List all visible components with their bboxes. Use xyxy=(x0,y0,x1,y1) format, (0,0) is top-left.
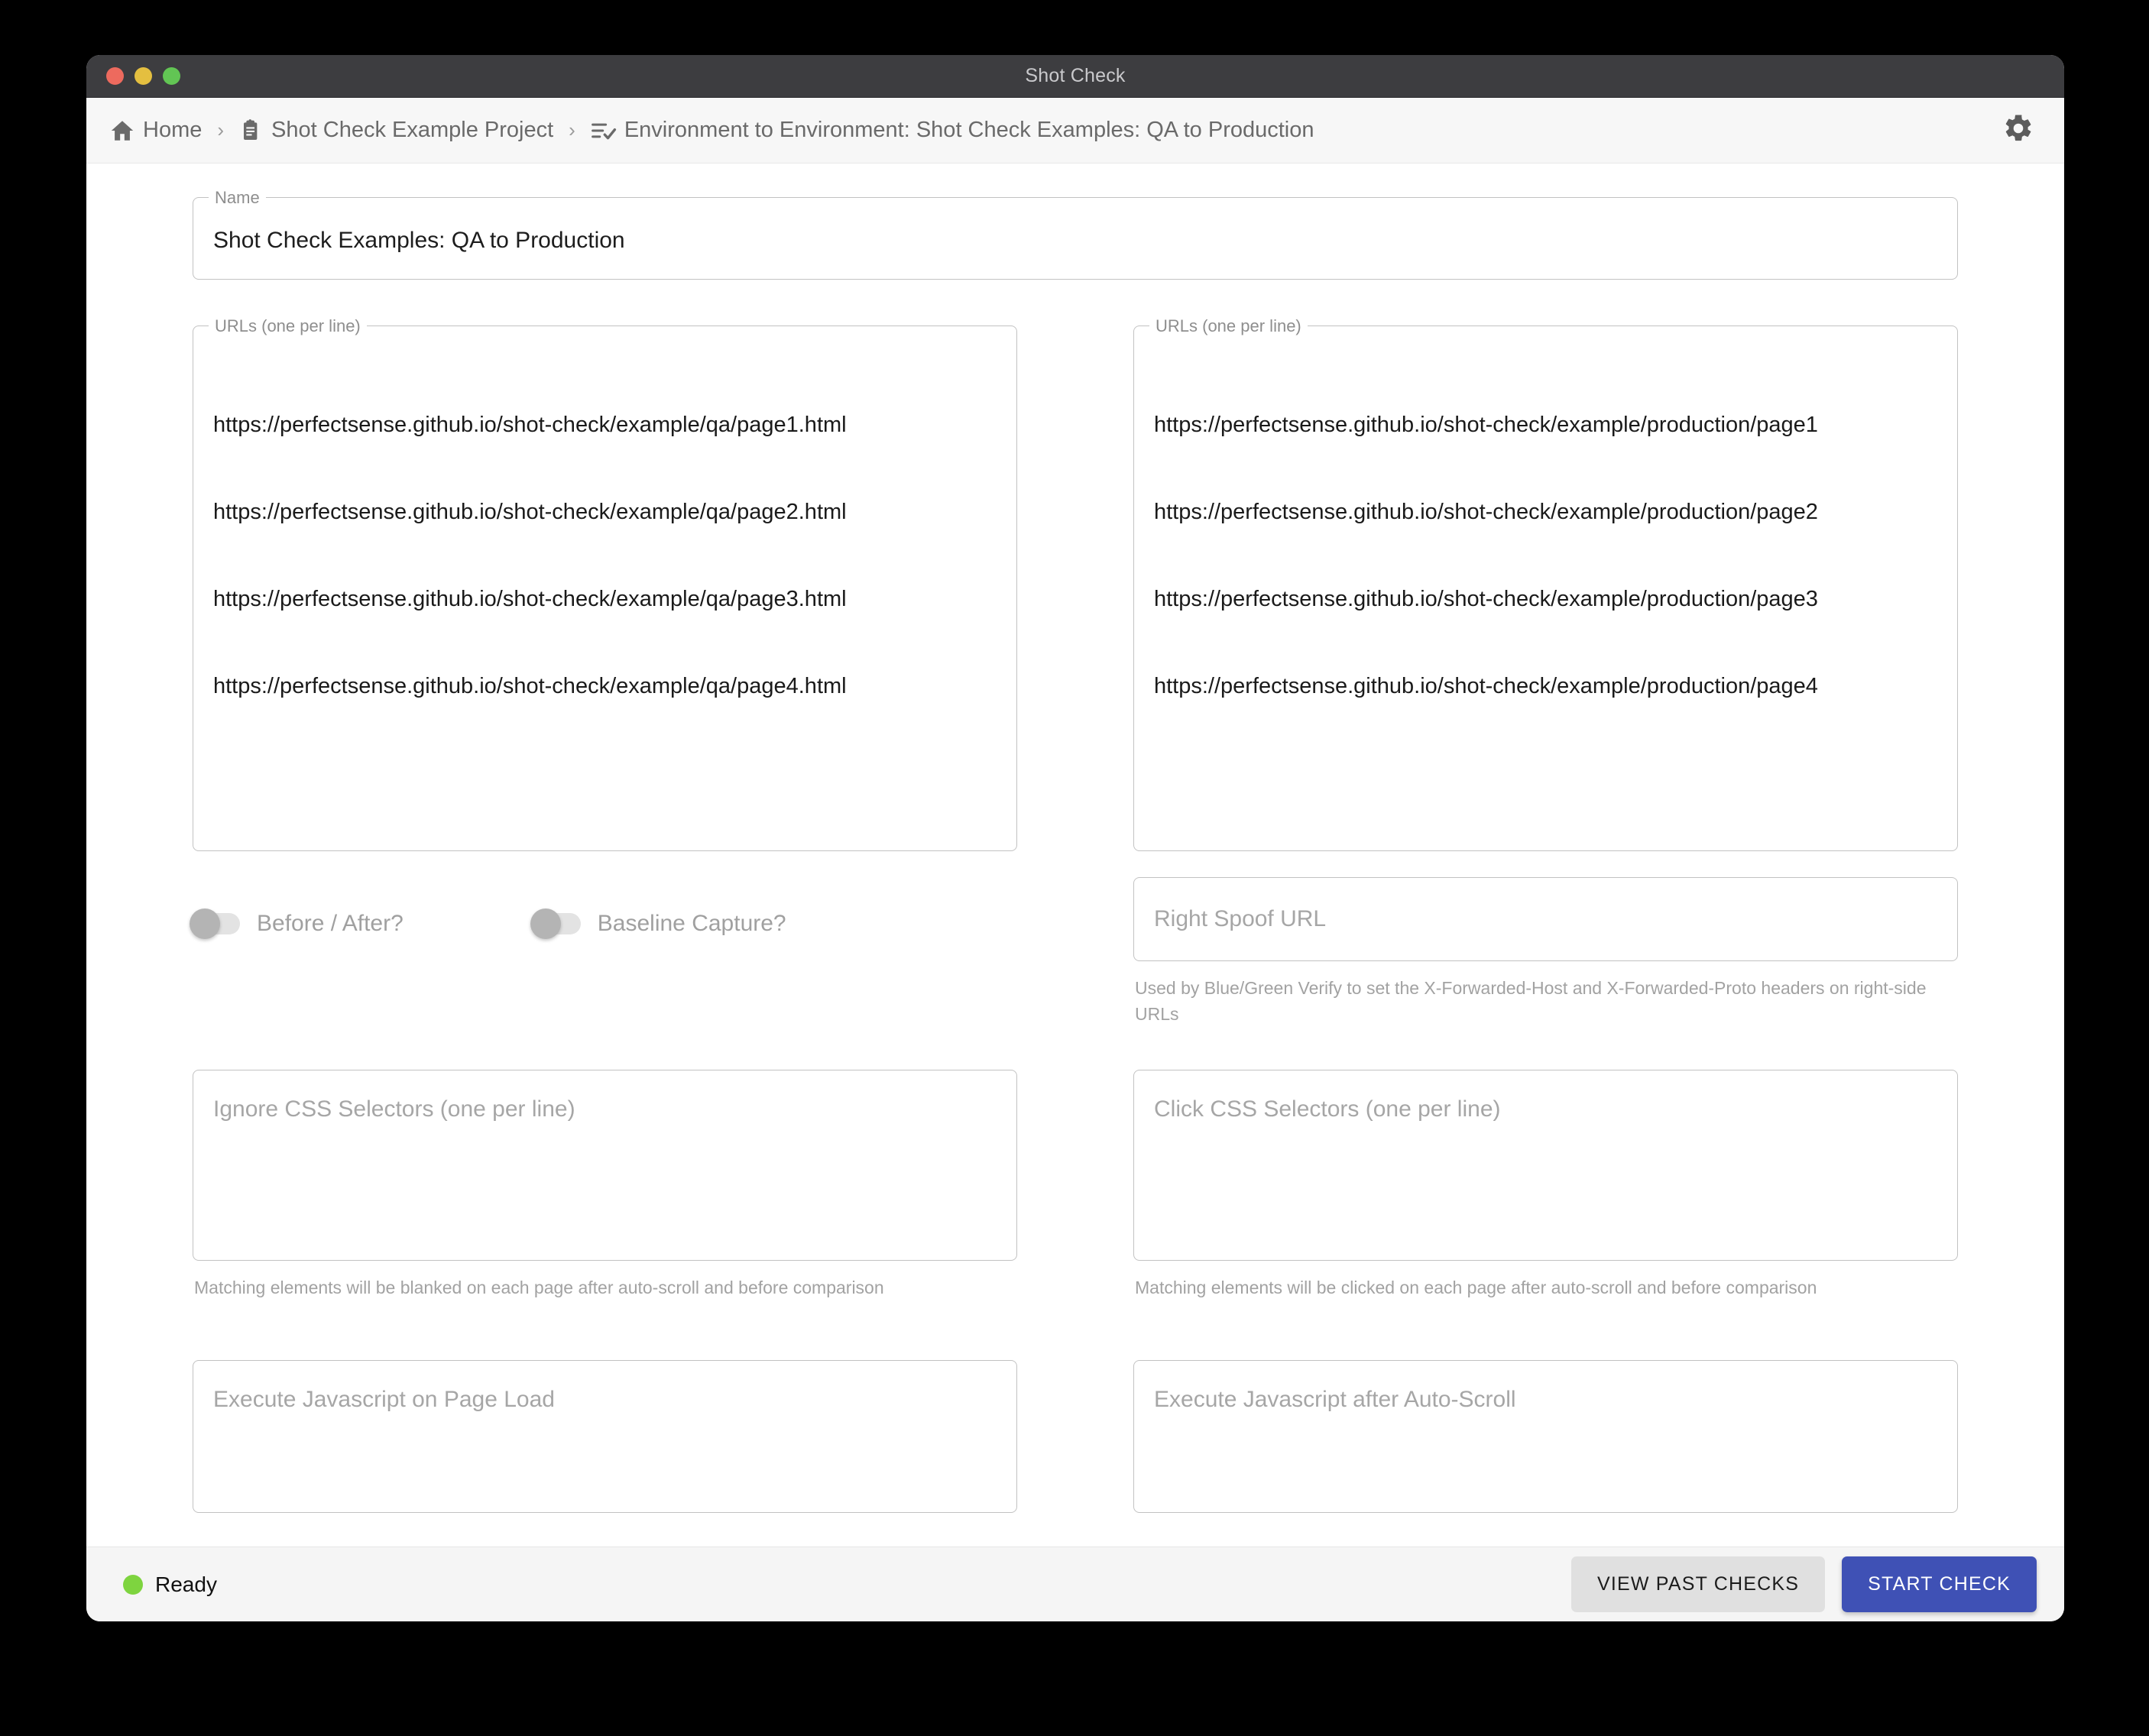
js-page-load-column: Execute Javascript on Page Load xyxy=(193,1360,1017,1513)
right-spoof-url-field[interactable]: Right Spoof URL xyxy=(1133,877,1958,961)
baseline-capture-switch[interactable] xyxy=(533,913,581,934)
click-css-selectors-placeholder: Click CSS Selectors (one per line) xyxy=(1154,1096,1501,1122)
breadcrumb-label-project: Shot Check Example Project xyxy=(271,118,553,143)
view-past-checks-button[interactable]: VIEW PAST CHECKS xyxy=(1571,1556,1825,1612)
ignore-css-selectors-helper: Matching elements will be blanked on eac… xyxy=(193,1274,1017,1300)
right-urls-legend: URLs (one per line) xyxy=(1149,316,1308,336)
url-line: https://perfectsense.github.io/shot-chec… xyxy=(1154,410,1937,439)
right-urls-textarea[interactable]: https://perfectsense.github.io/shot-chec… xyxy=(1134,326,1957,785)
form-scroll-area[interactable]: Name Shot Check Examples: QA to Producti… xyxy=(86,164,2064,1547)
javascript-row: Execute Javascript on Page Load Execute … xyxy=(193,1360,1958,1513)
close-window-button[interactable] xyxy=(106,67,124,85)
name-input[interactable]: Shot Check Examples: QA to Production xyxy=(193,198,1957,283)
app-window: Shot Check Home › Shot Check Exam xyxy=(86,55,2064,1621)
breadcrumb-item-project[interactable]: Shot Check Example Project xyxy=(239,118,553,143)
breadcrumb-label-home: Home xyxy=(143,118,202,143)
breadcrumb-item-home[interactable]: Home xyxy=(109,118,202,144)
breadcrumb-separator: › xyxy=(569,118,575,142)
url-line: https://perfectsense.github.io/shot-chec… xyxy=(1154,585,1937,614)
name-field[interactable]: Name Shot Check Examples: QA to Producti… xyxy=(193,197,1958,280)
breadcrumb-separator: › xyxy=(217,118,224,142)
clipboard-icon xyxy=(239,118,264,143)
before-after-switch[interactable] xyxy=(193,913,240,934)
right-spoof-url-helper: Used by Blue/Green Verify to set the X-F… xyxy=(1133,975,1958,1027)
execute-js-page-load-placeholder: Execute Javascript on Page Load xyxy=(213,1387,555,1413)
traffic-lights xyxy=(106,67,180,85)
start-check-button[interactable]: START CHECK xyxy=(1842,1556,2037,1612)
url-line: https://perfectsense.github.io/shot-chec… xyxy=(213,410,997,439)
window-title: Shot Check xyxy=(86,65,2064,87)
status-indicator: Ready xyxy=(123,1572,217,1597)
home-icon xyxy=(109,118,135,144)
toggle-label-before-after: Before / After? xyxy=(257,911,404,937)
right-column: URLs (one per line) https://perfectsense… xyxy=(1133,326,1958,851)
gear-icon xyxy=(2002,112,2034,148)
breadcrumb-item-check[interactable]: Environment to Environment: Shot Check E… xyxy=(591,118,1314,143)
ignore-css-selectors-placeholder: Ignore CSS Selectors (one per line) xyxy=(213,1096,575,1122)
execute-js-after-scroll-field[interactable]: Execute Javascript after Auto-Scroll xyxy=(1133,1360,1958,1513)
breadcrumb: Home › Shot Check Example Project › xyxy=(109,118,1998,144)
toggles-row: Before / After? Baseline Capture? xyxy=(193,851,1017,996)
breadcrumb-bar: Home › Shot Check Example Project › xyxy=(86,98,2064,164)
name-field-legend: Name xyxy=(209,188,266,208)
breadcrumb-label-check: Environment to Environment: Shot Check E… xyxy=(624,118,1314,143)
click-css-selectors-helper: Matching elements will be clicked on eac… xyxy=(1133,1274,1958,1300)
ignore-selectors-column: Ignore CSS Selectors (one per line) Matc… xyxy=(193,1070,1017,1300)
right-spoof-url-placeholder: Right Spoof URL xyxy=(1154,906,1326,932)
settings-button[interactable] xyxy=(1998,111,2038,151)
spoof-column: Right Spoof URL Used by Blue/Green Verif… xyxy=(1133,851,1958,1027)
window-titlebar: Shot Check xyxy=(86,55,2064,98)
execute-js-page-load-field[interactable]: Execute Javascript on Page Load xyxy=(193,1360,1017,1513)
url-line: https://perfectsense.github.io/shot-chec… xyxy=(213,497,997,526)
maximize-window-button[interactable] xyxy=(163,67,180,85)
url-line: https://perfectsense.github.io/shot-chec… xyxy=(213,585,997,614)
left-urls-textarea[interactable]: https://perfectsense.github.io/shot-chec… xyxy=(193,326,1016,785)
ignore-css-selectors-field[interactable]: Ignore CSS Selectors (one per line) xyxy=(193,1070,1017,1261)
js-after-scroll-column: Execute Javascript after Auto-Scroll xyxy=(1133,1360,1958,1513)
left-urls-legend: URLs (one per line) xyxy=(209,316,367,336)
execute-js-after-scroll-placeholder: Execute Javascript after Auto-Scroll xyxy=(1154,1387,1516,1413)
left-column: URLs (one per line) https://perfectsense… xyxy=(193,326,1017,851)
urls-row: URLs (one per line) https://perfectsense… xyxy=(193,326,1958,851)
switch-knob xyxy=(190,908,220,939)
right-urls-field[interactable]: URLs (one per line) https://perfectsense… xyxy=(1133,326,1958,851)
left-urls-field[interactable]: URLs (one per line) https://perfectsense… xyxy=(193,326,1017,851)
options-row: Before / After? Baseline Capture? Rig xyxy=(193,851,1958,1027)
url-line: https://perfectsense.github.io/shot-chec… xyxy=(213,672,997,701)
selectors-row: Ignore CSS Selectors (one per line) Matc… xyxy=(193,1070,1958,1300)
click-selectors-column: Click CSS Selectors (one per line) Match… xyxy=(1133,1070,1958,1300)
url-line: https://perfectsense.github.io/shot-chec… xyxy=(1154,672,1937,701)
toggle-label-baseline-capture: Baseline Capture? xyxy=(598,911,786,937)
footer-actions: VIEW PAST CHECKS START CHECK xyxy=(1571,1556,2037,1612)
url-line: https://perfectsense.github.io/shot-chec… xyxy=(1154,497,1937,526)
click-css-selectors-field[interactable]: Click CSS Selectors (one per line) xyxy=(1133,1070,1958,1261)
toggles-column: Before / After? Baseline Capture? xyxy=(193,851,1017,996)
toggle-before-after[interactable]: Before / After? xyxy=(193,911,404,937)
footer-bar: Ready VIEW PAST CHECKS START CHECK xyxy=(86,1547,2064,1621)
toggle-baseline-capture[interactable]: Baseline Capture? xyxy=(533,911,786,937)
switch-knob xyxy=(530,908,561,939)
minimize-window-button[interactable] xyxy=(135,67,152,85)
status-dot-icon xyxy=(123,1575,143,1595)
status-text: Ready xyxy=(155,1572,217,1597)
checklist-icon xyxy=(591,119,617,142)
